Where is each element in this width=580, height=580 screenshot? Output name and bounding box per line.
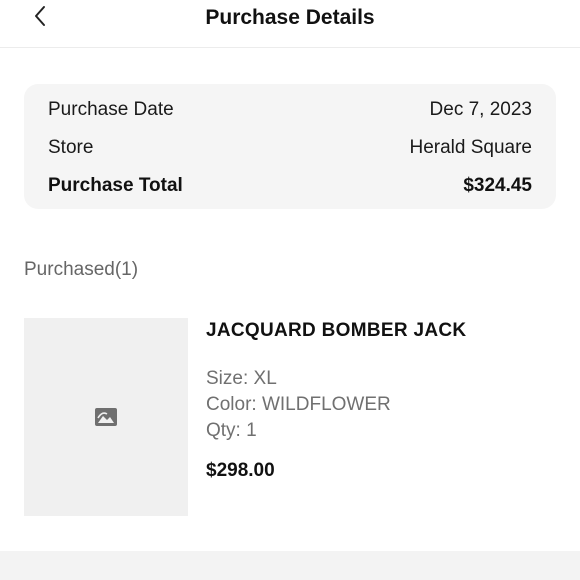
store-row: Store Herald Square [48,135,532,161]
header-bar: Purchase Details [0,0,580,48]
purchase-total-label: Purchase Total [48,175,183,196]
bottom-divider [0,551,580,580]
image-placeholder-icon [95,408,117,426]
product-info[interactable]: JACQUARD BOMBER JACK Size: XL Color: WIL… [206,320,556,482]
purchase-total-row: Purchase Total $324.45 [48,173,532,199]
purchased-section-label: Purchased(1) [24,259,139,280]
product-attributes: Size: XL Color: WILDFLOWER Qty: 1 [206,366,556,444]
purchase-date-value: Dec 7, 2023 [429,99,532,120]
store-value: Herald Square [409,137,532,158]
product-size: Size: XL [206,368,277,389]
purchase-total-value: $324.45 [463,175,532,196]
page-title: Purchase Details [205,6,375,29]
product-color: Color: WILDFLOWER [206,394,391,415]
product-image[interactable] [24,318,188,516]
purchase-summary-card: Purchase Date Dec 7, 2023 Store Herald S… [24,84,556,209]
product-qty: Qty: 1 [206,420,257,441]
store-label: Store [48,137,94,158]
product-name[interactable]: JACQUARD BOMBER JACK [206,320,556,342]
purchase-date-label: Purchase Date [48,99,174,120]
purchase-date-row: Purchase Date Dec 7, 2023 [48,97,532,123]
product-price: $298.00 [206,460,275,481]
